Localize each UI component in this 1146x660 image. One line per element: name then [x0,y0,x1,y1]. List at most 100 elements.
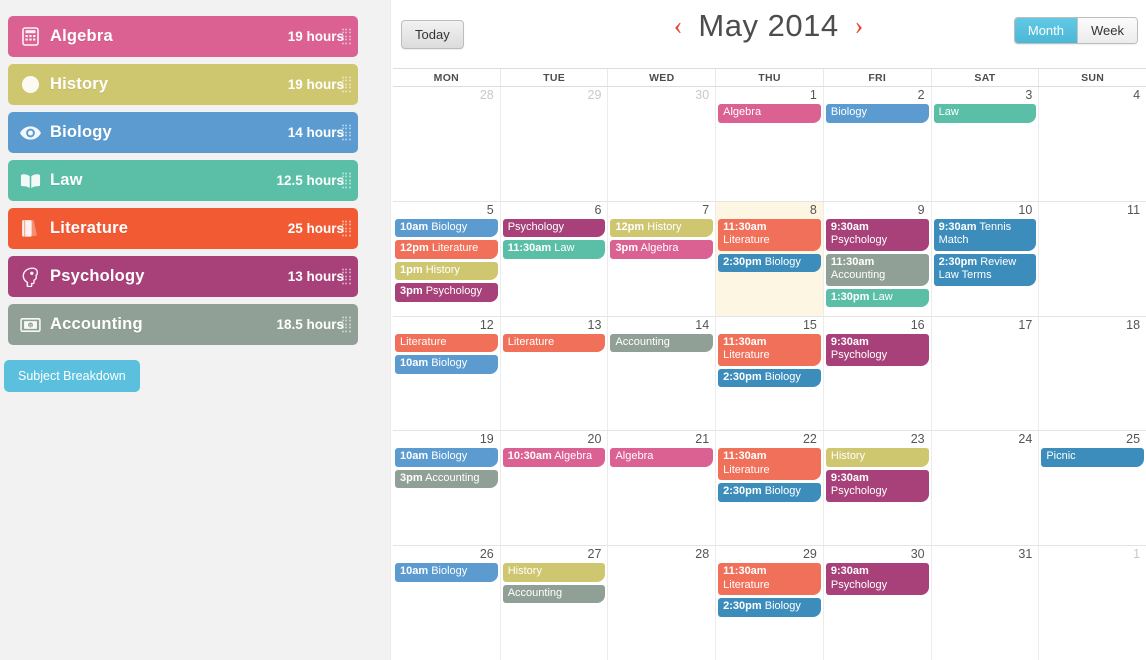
calendar-event[interactable]: Literature [502,333,606,353]
drag-handle-icon[interactable] [342,124,351,141]
day-header-fri: FRI [824,69,932,86]
drag-handle-icon[interactable] [342,172,351,189]
calendar-event[interactable]: 2:30pm Biology [718,598,821,617]
subject-item-psychology[interactable]: Psychology 13 hours [8,256,358,297]
calendar-day-cell[interactable]: 1 [1039,546,1146,660]
calendar-event[interactable]: Biology [825,104,929,123]
calendar-day-cell[interactable]: 9 9:30am Psychology 11:30am Accounting 1:30… [824,201,932,316]
calendar-event[interactable]: Psychology [502,218,606,238]
calendar-event[interactable]: 10am Biology [395,563,498,582]
calendar-day-cell[interactable]: 15 11:30am Literature 2:30pm Biology [716,316,824,431]
calendar-event[interactable]: Law [933,104,1037,123]
calendar-day-cell[interactable]: 21 Algebra [608,431,717,546]
calendar-day-cell[interactable]: 13 Literature [501,316,609,431]
calendar-event[interactable]: Literature [395,333,498,353]
calendar-event[interactable]: Algebra [610,448,714,467]
next-month-arrow[interactable]: › [855,13,864,39]
view-button-month[interactable]: Month [1014,18,1077,43]
calendar-day-cell[interactable]: 16 9:30am Psychology [824,316,932,431]
calendar-day-cell[interactable]: 17 [932,316,1040,431]
today-button[interactable]: Today [401,19,464,49]
calendar-day-cell[interactable]: 30 [608,87,717,201]
calendar-event[interactable]: 2:30pm Biology [718,368,821,388]
calendar-day-cell[interactable]: 3 Law [932,87,1040,201]
calendar-day-cell[interactable]: 10 9:30am Tennis Match 2:30pm Review Law T… [932,201,1040,316]
drag-handle-icon[interactable] [342,316,351,333]
calendar-day-cell[interactable]: 8 11:30am Literature 2:30pm Biology [716,201,824,316]
calendar-day-cell[interactable]: 28 [608,546,717,660]
calendar-event[interactable]: 11:30am Literature [718,218,821,251]
calendar-day-cell[interactable]: 11 [1039,202,1146,316]
calendar-day-cell[interactable]: 4 [1039,87,1146,201]
calendar-event[interactable]: 11:30am Accounting [825,253,929,286]
view-button-week[interactable]: Week [1077,18,1137,43]
calendar-event[interactable]: 2:30pm Review Law Terms [933,253,1037,286]
calendar-day-cell[interactable]: 29 [501,87,609,201]
calendar-event[interactable]: 1:30pm Law [825,288,929,308]
subject-item-law[interactable]: Law 12.5 hours [8,160,358,201]
calendar-day-cell[interactable]: 28 [393,87,501,201]
calendar-day-cell[interactable]: 14 Accounting [608,316,717,431]
calendar-event[interactable]: 9:30am Psychology [825,218,929,251]
previous-month-arrow[interactable]: ‹ [674,13,683,39]
event-name: Accounting [507,586,563,599]
calendar-day-cell[interactable]: 24 [932,431,1040,546]
calendar-event[interactable]: 3pm Accounting [395,469,498,489]
drag-handle-icon[interactable] [342,28,351,45]
calendar-day-cell[interactable]: 19 10am Biology 3pm Accounting [393,431,501,546]
calendar-event[interactable]: 12pm History [610,218,714,238]
calendar-day-cell[interactable]: 12 Literature 10am Biology [393,316,501,431]
calendar-day-cell[interactable]: 31 [932,546,1040,660]
calendar-event[interactable]: 10:30am Algebra [502,448,606,467]
calendar-event[interactable]: Accounting [502,584,606,604]
event-time: 12pm [400,242,429,255]
calendar-day-cell[interactable]: 1 Algebra [716,87,824,201]
drag-handle-icon[interactable] [342,76,351,93]
calendar-event[interactable]: History [825,448,929,467]
calendar-event[interactable]: Picnic [1041,448,1145,467]
drag-handle-icon[interactable] [342,268,351,285]
calendar-event[interactable]: 11:30am Literature [718,448,821,481]
calendar-day-cell[interactable]: 18 [1039,317,1146,431]
subject-item-algebra[interactable]: Algebra 19 hours [8,16,358,57]
calendar-event[interactable]: 9:30am Tennis Match [933,218,1037,251]
calendar-day-cell[interactable]: 29 11:30am Literature 2:30pm Biology [716,546,824,660]
calendar-event[interactable]: 2:30pm Biology [718,483,821,502]
drag-handle-icon[interactable] [342,220,351,237]
calendar-day-cell[interactable]: 25 Picnic [1039,431,1146,545]
subject-item-literature[interactable]: Literature 25 hours [8,208,358,249]
calendar-event[interactable]: 10am Biology [395,355,498,374]
calendar-event[interactable]: 9:30am Psychology [825,469,929,502]
calendar-day-cell[interactable]: 22 11:30am Literature 2:30pm Biology [716,431,824,546]
subject-breakdown-button[interactable]: Subject Breakdown [4,360,140,392]
calendar-event[interactable]: History [502,563,606,582]
calendar-day-cell[interactable]: 5 10am Biology 12pm Literature 1pm History 3… [393,201,501,316]
calendar-event[interactable]: 10am Biology [395,448,498,467]
calendar-event[interactable]: 3pm Algebra [610,240,714,259]
calendar-event[interactable]: Accounting [610,333,714,353]
calendar-day-cell[interactable]: 7 12pm History 3pm Algebra [608,201,717,316]
event-name: Literature [723,234,770,247]
subject-item-history[interactable]: History 19 hours [8,64,358,105]
calendar-event[interactable]: 2:30pm Biology [718,253,821,273]
calendar-event[interactable]: 3pm Psychology [395,283,498,302]
calendar-event[interactable]: 9:30am Psychology [825,333,929,366]
calendar-event[interactable]: 11:30am Literature [718,333,821,366]
calendar-day-cell[interactable]: 6 Psychology 11:30am Law [501,201,609,316]
day-number: 28 [695,547,710,562]
calendar-event[interactable]: 11:30am Law [502,240,606,259]
calendar-day-cell[interactable]: 27 History Accounting [501,546,609,660]
calendar-event[interactable]: 1pm History [395,261,498,281]
subject-item-accounting[interactable]: 0 Accounting 18.5 hours [8,304,358,345]
calendar-day-cell[interactable]: 23 History 9:30am Psychology [824,431,932,546]
calendar-day-cell[interactable]: 2 Biology [824,87,932,201]
subject-item-biology[interactable]: Biology 14 hours [8,112,358,153]
calendar-event[interactable]: 10am Biology [395,218,498,238]
calendar-event[interactable]: 11:30am Literature [718,563,821,596]
calendar-event[interactable]: Algebra [718,104,821,123]
calendar-day-cell[interactable]: 30 9:30am Psychology [824,546,932,660]
calendar-event[interactable]: 12pm Literature [395,240,498,259]
calendar-day-cell[interactable]: 20 10:30am Algebra [501,431,609,546]
calendar-event[interactable]: 9:30am Psychology [825,563,929,596]
calendar-day-cell[interactable]: 26 10am Biology [393,546,501,660]
